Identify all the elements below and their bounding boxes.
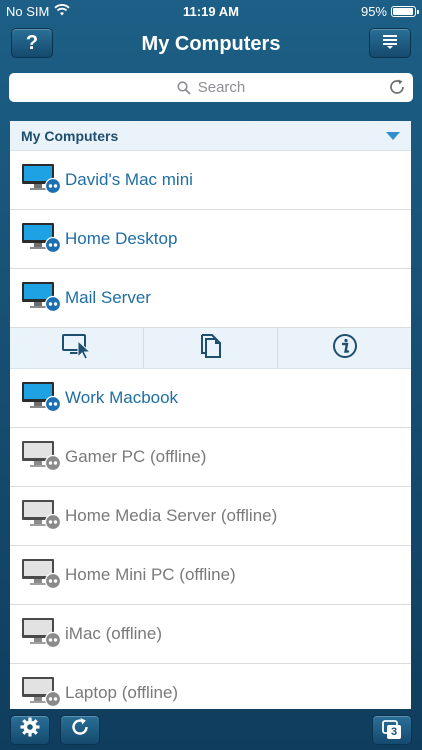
computer-row[interactable]: Home Desktop	[10, 210, 411, 269]
section-title: My Computers	[21, 127, 119, 144]
sessions-button[interactable]: 3	[372, 714, 412, 745]
page-title: My Computers	[141, 32, 281, 55]
computer-row[interactable]: Home Mini PC (offline)	[10, 546, 411, 605]
monitor-online-icon	[21, 380, 62, 417]
refresh-button[interactable]	[60, 714, 100, 745]
menu-button[interactable]	[369, 28, 411, 58]
settings-button[interactable]	[10, 714, 50, 745]
computer-name: Mail Server	[65, 288, 151, 307]
refresh-icon	[70, 717, 90, 742]
search-icon	[177, 80, 191, 95]
bottom-toolbar: 3	[0, 709, 422, 750]
battery-percent: 95%	[360, 3, 387, 19]
screen-cursor-icon	[61, 333, 93, 364]
info-icon	[332, 333, 358, 364]
help-label: ?	[25, 31, 39, 54]
computer-name: Home Desktop	[65, 229, 178, 248]
computer-row[interactable]: Laptop (offline)	[10, 664, 411, 709]
battery-icon	[391, 5, 419, 17]
monitor-offline-icon	[21, 498, 62, 535]
computer-name: Home Media Server (offline)	[65, 506, 278, 525]
session-count: 3	[390, 725, 398, 738]
monitor-online-icon	[21, 221, 62, 258]
monitor-offline-icon	[21, 616, 62, 653]
copy-files-icon	[199, 333, 223, 364]
monitor-offline-icon	[21, 675, 62, 710]
computer-row[interactable]: iMac (offline)	[10, 605, 411, 664]
menu-icon	[381, 33, 399, 54]
refresh-icon[interactable]	[388, 78, 406, 100]
search-field[interactable]: Search	[9, 73, 413, 102]
monitor-offline-icon	[21, 557, 62, 594]
computer-name: Home Mini PC (offline)	[65, 565, 236, 584]
remote-control-button[interactable]	[10, 328, 144, 368]
computer-name: Gamer PC (offline)	[65, 447, 207, 466]
monitor-offline-icon	[21, 439, 62, 476]
carrier-label: No SIM	[6, 3, 50, 19]
computer-row[interactable]: Gamer PC (offline)	[10, 428, 411, 487]
computer-name: David's Mac mini	[65, 170, 193, 189]
computer-name: Laptop (offline)	[65, 683, 179, 702]
file-transfer-button[interactable]	[144, 328, 278, 368]
row-actions	[10, 328, 411, 369]
computer-name: Work Macbook	[65, 388, 179, 407]
computer-row[interactable]: Home Media Server (offline)	[10, 487, 411, 546]
wifi-icon	[54, 3, 70, 19]
status-bar: No SIM 11:19 AM 95%	[0, 0, 422, 22]
help-button[interactable]: ?	[11, 28, 53, 58]
gear-icon	[19, 716, 41, 743]
monitor-online-icon	[21, 280, 62, 317]
computer-list: My Computers David's Mac mini Home Deskt…	[10, 121, 411, 709]
computer-row[interactable]: Work Macbook	[10, 369, 411, 428]
search-placeholder: Search	[197, 79, 246, 96]
nav-bar: ? My Computers	[0, 22, 422, 66]
section-header[interactable]: My Computers	[10, 121, 411, 151]
computer-row[interactable]: David's Mac mini	[10, 151, 411, 210]
computer-row[interactable]: Mail Server	[10, 269, 411, 328]
monitor-online-icon	[21, 162, 62, 199]
computer-name: iMac (offline)	[65, 624, 162, 643]
chevron-down-icon	[386, 131, 400, 140]
info-button[interactable]	[278, 328, 411, 368]
sessions-icon: 3	[381, 719, 403, 741]
